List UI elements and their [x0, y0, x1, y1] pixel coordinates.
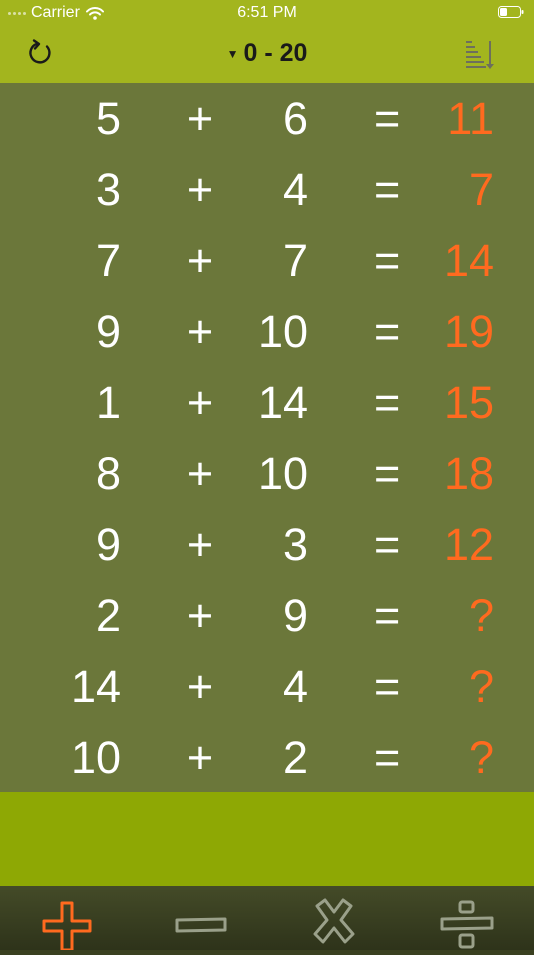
operand-b: 10: [257, 306, 308, 357]
answer[interactable]: 14: [444, 235, 494, 287]
tab-addition[interactable]: [32, 898, 102, 952]
status-bar: Carrier 6:51 PM: [0, 0, 534, 26]
operator: +: [186, 306, 214, 357]
equals-sign: =: [374, 448, 401, 499]
equals-sign: =: [374, 93, 401, 144]
operand-b: 14: [257, 377, 308, 428]
operator: +: [186, 519, 214, 570]
operand-a: 9: [95, 519, 121, 570]
battery-icon: [498, 6, 524, 18]
equals-sign: =: [374, 590, 401, 641]
operand-b: 7: [282, 235, 308, 286]
answer[interactable]: ?: [469, 661, 494, 713]
operand-b: 10: [257, 448, 308, 499]
answer[interactable]: 7: [469, 164, 494, 216]
dropdown-triangle-icon: ▼: [226, 47, 239, 62]
operator: +: [186, 448, 214, 499]
operand-a: 3: [95, 164, 121, 215]
range-selector[interactable]: ▼ 0 - 20: [0, 39, 534, 68]
problems-list: 5 + 6 = 11 3 + 4 = 7 7 + 7 = 14 9 + 10 =…: [0, 83, 534, 792]
operand-b: 4: [282, 661, 308, 712]
equals-sign: =: [374, 164, 401, 215]
status-time: 6:51 PM: [237, 4, 297, 21]
nav-bar: ▼ 0 - 20: [0, 26, 534, 83]
equals-sign: =: [374, 661, 401, 712]
operator: +: [186, 235, 214, 286]
problem-row: 2 + 9 = ?: [0, 580, 534, 651]
minus-icon: [175, 917, 227, 933]
problem-row: 5 + 6 = 11: [0, 83, 534, 154]
range-label: 0 - 20: [243, 39, 308, 67]
operand-a: 8: [95, 448, 121, 499]
answer[interactable]: 19: [444, 306, 494, 358]
operand-b: 9: [282, 590, 308, 641]
equals-sign: =: [374, 306, 401, 357]
problem-row: 3 + 4 = 7: [0, 154, 534, 225]
tab-multiplication[interactable]: [299, 898, 369, 950]
problem-row: 1 + 14 = 15: [0, 367, 534, 438]
operand-a: 1: [95, 377, 121, 428]
operation-tab-bar: [0, 886, 534, 952]
operator: +: [186, 732, 214, 783]
answer[interactable]: 11: [447, 93, 494, 145]
operator: +: [186, 661, 214, 712]
operand-a: 9: [95, 306, 121, 357]
problem-row: 14 + 4 = ?: [0, 651, 534, 722]
operand-a: 5: [95, 93, 121, 144]
answer[interactable]: 18: [444, 448, 494, 500]
equals-sign: =: [374, 519, 401, 570]
operand-a: 14: [70, 661, 121, 712]
operand-b: 2: [282, 732, 308, 783]
sort-icon[interactable]: [464, 39, 496, 71]
problem-row: 10 + 2 = ?: [0, 722, 534, 793]
problem-row: 8 + 10 = 18: [0, 438, 534, 509]
problem-row: 7 + 7 = 14: [0, 225, 534, 296]
problem-row: 9 + 10 = 19: [0, 296, 534, 367]
plus-icon: [42, 901, 92, 952]
problem-row: 9 + 3 = 12: [0, 509, 534, 580]
operand-a: 2: [95, 590, 121, 641]
operator: +: [186, 377, 214, 428]
bottom-band: [0, 792, 534, 886]
operator: +: [186, 93, 214, 144]
equals-sign: =: [374, 235, 401, 286]
operand-b: 3: [282, 519, 308, 570]
answer[interactable]: 12: [444, 519, 494, 571]
operand-a: 10: [70, 732, 121, 783]
answer[interactable]: ?: [469, 590, 494, 642]
multiply-icon: [313, 898, 355, 944]
equals-sign: =: [374, 377, 401, 428]
answer[interactable]: ?: [469, 732, 494, 784]
operator: +: [186, 164, 214, 215]
operand-b: 6: [282, 93, 308, 144]
divide-icon: [440, 900, 494, 949]
operand-b: 4: [282, 164, 308, 215]
operand-a: 7: [95, 235, 121, 286]
equals-sign: =: [374, 732, 401, 783]
answer[interactable]: 15: [444, 377, 494, 429]
operator: +: [186, 590, 214, 641]
tab-subtraction[interactable]: [166, 898, 236, 950]
tab-division[interactable]: [432, 898, 502, 950]
